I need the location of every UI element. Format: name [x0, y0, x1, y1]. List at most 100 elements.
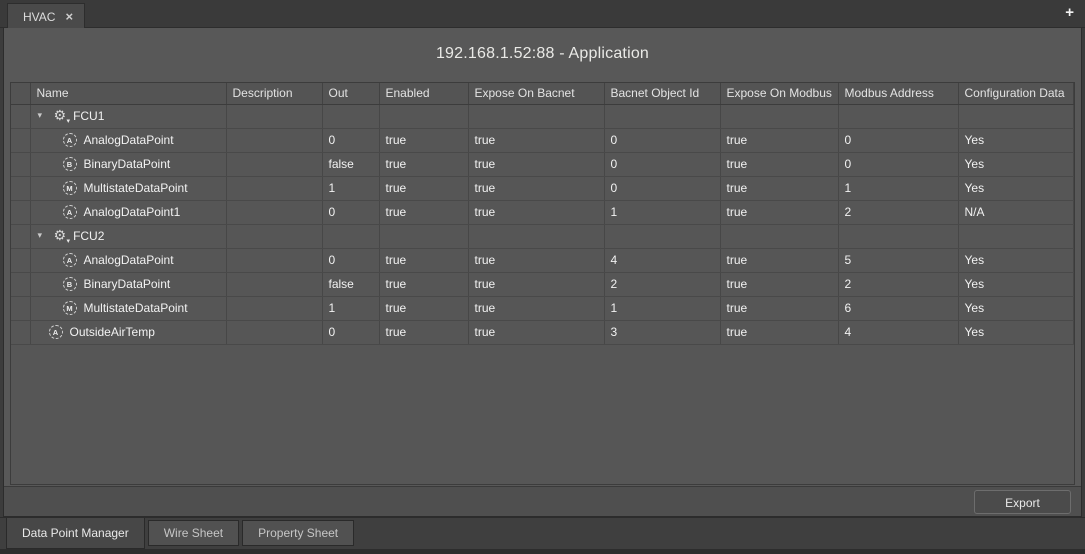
cell-out[interactable]: 1: [322, 176, 379, 200]
tab-wire-sheet[interactable]: Wire Sheet: [148, 520, 239, 546]
cell-name[interactable]: BBinaryDataPoint: [30, 152, 226, 176]
cell-description[interactable]: [226, 272, 322, 296]
column-header[interactable]: Description: [226, 83, 322, 104]
cell-name[interactable]: MMultistateDataPoint: [30, 296, 226, 320]
cell-bacnet-object-id[interactable]: 0: [604, 128, 720, 152]
cell-configuration-data[interactable]: Yes: [958, 128, 1074, 152]
tab-data-point-manager[interactable]: Data Point Manager: [6, 518, 145, 549]
cell-modbus-address[interactable]: 6: [838, 296, 958, 320]
column-header[interactable]: Enabled: [379, 83, 468, 104]
cell-expose-on-modbus[interactable]: true: [720, 176, 838, 200]
cell-bacnet-object-id[interactable]: [604, 224, 720, 248]
row-handle[interactable]: [11, 152, 30, 176]
tree-expand-caret-icon[interactable]: ▾: [38, 231, 47, 241]
cell-name[interactable]: ▾⚙▾FCU1: [30, 104, 226, 128]
cell-name[interactable]: AAnalogDataPoint: [30, 248, 226, 272]
cell-out[interactable]: false: [322, 152, 379, 176]
cell-description[interactable]: [226, 248, 322, 272]
cell-expose-on-modbus[interactable]: [720, 224, 838, 248]
cell-modbus-address[interactable]: [838, 224, 958, 248]
cell-configuration-data[interactable]: Yes: [958, 296, 1074, 320]
cell-description[interactable]: [226, 128, 322, 152]
cell-name[interactable]: BBinaryDataPoint: [30, 272, 226, 296]
cell-expose-on-bacnet[interactable]: [468, 224, 604, 248]
table-row[interactable]: AAnalogDataPoint0truetrue4true5Yes: [11, 248, 1074, 272]
cell-out[interactable]: [322, 104, 379, 128]
close-icon[interactable]: ×: [65, 10, 73, 23]
table-row[interactable]: AOutsideAirTemp0truetrue3true4Yes: [11, 320, 1074, 344]
column-header[interactable]: Modbus Address: [838, 83, 958, 104]
cell-expose-on-modbus[interactable]: [720, 104, 838, 128]
row-handle[interactable]: [11, 296, 30, 320]
cell-description[interactable]: [226, 200, 322, 224]
cell-configuration-data[interactable]: Yes: [958, 248, 1074, 272]
table-row[interactable]: AAnalogDataPoint10truetrue1true2N/A: [11, 200, 1074, 224]
cell-enabled[interactable]: true: [379, 152, 468, 176]
cell-modbus-address[interactable]: 5: [838, 248, 958, 272]
row-handle[interactable]: [11, 176, 30, 200]
cell-name[interactable]: MMultistateDataPoint: [30, 176, 226, 200]
cell-expose-on-modbus[interactable]: true: [720, 128, 838, 152]
cell-configuration-data[interactable]: Yes: [958, 152, 1074, 176]
row-handle[interactable]: [11, 320, 30, 344]
cell-expose-on-bacnet[interactable]: true: [468, 320, 604, 344]
cell-expose-on-bacnet[interactable]: true: [468, 200, 604, 224]
cell-enabled[interactable]: true: [379, 272, 468, 296]
cell-description[interactable]: [226, 176, 322, 200]
cell-description[interactable]: [226, 104, 322, 128]
column-header[interactable]: Expose On Bacnet: [468, 83, 604, 104]
cell-configuration-data[interactable]: [958, 104, 1074, 128]
cell-enabled[interactable]: true: [379, 128, 468, 152]
table-row[interactable]: BBinaryDataPointfalsetruetrue0true0Yes: [11, 152, 1074, 176]
cell-enabled[interactable]: [379, 224, 468, 248]
cell-out[interactable]: false: [322, 272, 379, 296]
cell-enabled[interactable]: true: [379, 320, 468, 344]
cell-modbus-address[interactable]: [838, 104, 958, 128]
table-row[interactable]: BBinaryDataPointfalsetruetrue2true2Yes: [11, 272, 1074, 296]
cell-expose-on-bacnet[interactable]: true: [468, 128, 604, 152]
cell-name[interactable]: AAnalogDataPoint1: [30, 200, 226, 224]
row-handle[interactable]: [11, 200, 30, 224]
tab-hvac[interactable]: HVAC ×: [7, 3, 85, 29]
cell-configuration-data[interactable]: Yes: [958, 272, 1074, 296]
table-row[interactable]: ▾⚙▾FCU2: [11, 224, 1074, 248]
cell-description[interactable]: [226, 320, 322, 344]
add-tab-icon[interactable]: +: [1065, 5, 1074, 20]
cell-bacnet-object-id[interactable]: 2: [604, 272, 720, 296]
cell-expose-on-modbus[interactable]: true: [720, 296, 838, 320]
cell-expose-on-modbus[interactable]: true: [720, 248, 838, 272]
cell-bacnet-object-id[interactable]: 1: [604, 200, 720, 224]
cell-bacnet-object-id[interactable]: 0: [604, 176, 720, 200]
cell-out[interactable]: [322, 224, 379, 248]
cell-configuration-data[interactable]: [958, 224, 1074, 248]
cell-bacnet-object-id[interactable]: 4: [604, 248, 720, 272]
cell-bacnet-object-id[interactable]: 0: [604, 152, 720, 176]
cell-description[interactable]: [226, 296, 322, 320]
cell-expose-on-modbus[interactable]: true: [720, 200, 838, 224]
column-header[interactable]: Bacnet Object Id: [604, 83, 720, 104]
cell-description[interactable]: [226, 152, 322, 176]
cell-out[interactable]: 0: [322, 200, 379, 224]
cell-enabled[interactable]: [379, 104, 468, 128]
tree-expand-caret-icon[interactable]: ▾: [38, 111, 47, 121]
row-handle[interactable]: [11, 104, 30, 128]
tab-property-sheet[interactable]: Property Sheet: [242, 520, 354, 546]
export-button[interactable]: Export: [974, 490, 1071, 514]
column-header[interactable]: Out: [322, 83, 379, 104]
column-header[interactable]: Expose On Modbus: [720, 83, 838, 104]
cell-modbus-address[interactable]: 1: [838, 176, 958, 200]
row-handle[interactable]: [11, 128, 30, 152]
cell-description[interactable]: [226, 224, 322, 248]
cell-name[interactable]: AOutsideAirTemp: [30, 320, 226, 344]
cell-enabled[interactable]: true: [379, 176, 468, 200]
table-row[interactable]: ▾⚙▾FCU1: [11, 104, 1074, 128]
column-header[interactable]: Name: [30, 83, 226, 104]
cell-expose-on-modbus[interactable]: true: [720, 152, 838, 176]
cell-out[interactable]: 0: [322, 248, 379, 272]
cell-expose-on-bacnet[interactable]: true: [468, 272, 604, 296]
cell-bacnet-object-id[interactable]: [604, 104, 720, 128]
cell-enabled[interactable]: true: [379, 200, 468, 224]
cell-expose-on-bacnet[interactable]: true: [468, 176, 604, 200]
cell-configuration-data[interactable]: Yes: [958, 176, 1074, 200]
table-row[interactable]: AAnalogDataPoint0truetrue0true0Yes: [11, 128, 1074, 152]
